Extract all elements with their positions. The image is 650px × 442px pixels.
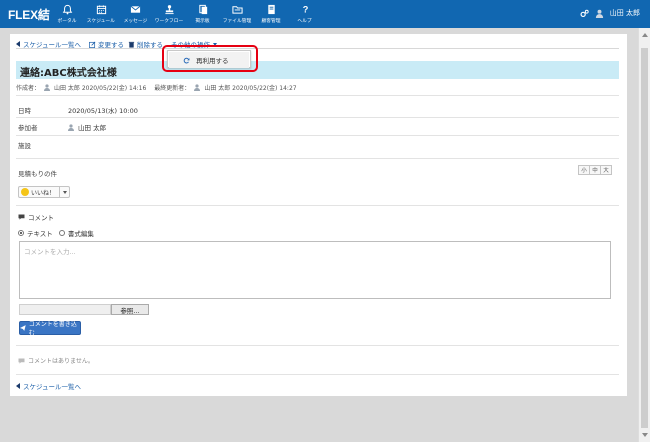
nav-board[interactable]: 掲示板 (186, 0, 220, 28)
nav-customer[interactable]: 顧客管理 (254, 0, 288, 28)
post-comment-label: コメントを書き込む (28, 321, 77, 337)
comment-heading-label: コメント (28, 214, 54, 222)
comment-heading: コメント (18, 212, 54, 222)
chevron-down-icon (62, 190, 67, 194)
comment-mode: テキスト 書式編集 (18, 228, 94, 238)
nav-label: スケジュール (86, 18, 116, 24)
datetime-label: 日時 (18, 107, 31, 115)
scroll-up-icon[interactable] (642, 33, 648, 37)
toolbar-divider (16, 48, 619, 49)
rich-mode-radio[interactable] (58, 230, 65, 236)
nav-label: ポータル (57, 18, 77, 24)
participant-name: 山田 太郎 (78, 124, 107, 132)
nav-label: ファイル管理 (222, 18, 252, 24)
app-logo[interactable]: FLEX結 (8, 6, 50, 23)
updater-value: 山田 太郎 2020/05/22(金) 14:27 (204, 85, 297, 92)
edit-icon (89, 41, 96, 48)
nav-portal[interactable]: ポータル (50, 0, 84, 28)
like-label: いいね！ (31, 189, 56, 197)
footer-back-label: スケジュール一覧へ (23, 383, 82, 391)
person-icon (44, 84, 51, 91)
meta-info: 作成者： 山田 太郎 2020/05/22(金) 14:16 最終更新者： 山田… (16, 83, 297, 92)
body-title: 見積もりの件 (18, 170, 57, 178)
highlight-box (162, 45, 258, 72)
font-size-buttons: 小 中 大 (578, 165, 612, 175)
nav-message[interactable]: メッセージ (118, 0, 152, 28)
author-value: 山田 太郎 2020/05/22(金) 14:16 (54, 85, 147, 92)
author-label: 作成者： (16, 85, 41, 92)
page-title: 連絡:ABC株式会社様 (20, 68, 117, 79)
book-icon (267, 4, 275, 15)
top-navigation-bar: FLEX結 ポータル スケジュール メッセージ ワークフロー 掲示板 ファイル管… (0, 0, 650, 28)
rich-mode-label[interactable]: 書式編集 (68, 228, 94, 238)
divider (16, 374, 619, 375)
updater-label: 最終更新者： (154, 85, 191, 92)
speech-bubble-icon (18, 358, 25, 364)
scrollbar-thumb[interactable] (641, 48, 648, 428)
stamp-icon (164, 5, 174, 15)
user-area: 山田 太郎 (580, 8, 640, 18)
divider (16, 345, 619, 346)
datetime-value: 2020/05/13(水) 10:00 (68, 107, 138, 115)
calendar-icon (96, 5, 106, 15)
participant-entry[interactable]: 山田 太郎 (68, 122, 106, 132)
scroll-down-icon[interactable] (642, 433, 648, 437)
nav-workflow[interactable]: ワークフロー (152, 0, 186, 28)
title-bar: 連絡:ABC株式会社様 (16, 61, 619, 79)
no-comment-text: コメントはありません。 (28, 358, 94, 365)
font-size-large-button[interactable]: 大 (600, 165, 612, 175)
file-path-field[interactable] (19, 304, 111, 315)
text-mode-label[interactable]: テキスト (27, 228, 53, 238)
vertical-scrollbar[interactable] (638, 28, 650, 442)
divider (16, 95, 619, 96)
nav-label: ワークフロー (154, 18, 184, 24)
nav-label: 掲示板 (195, 18, 211, 24)
mail-icon (130, 5, 140, 13)
no-comment-message: コメントはありません。 (18, 356, 94, 365)
main-nav: ポータル スケジュール メッセージ ワークフロー 掲示板 ファイル管理 顧客管理… (50, 0, 322, 28)
folder-icon (231, 6, 243, 14)
send-icon (20, 325, 26, 331)
facility-label: 施設 (18, 142, 31, 150)
footer-back-link[interactable]: スケジュール一覧へ (16, 381, 81, 391)
schedule-detail-page: スケジュール一覧へ 変更する 削除する その他の操作 連絡:ABC株式会社様 作… (10, 34, 627, 396)
divider (16, 205, 619, 206)
post-comment-button[interactable]: コメントを書き込む (19, 321, 81, 337)
nav-help[interactable]: ? ヘルプ (288, 0, 322, 28)
person-icon (194, 84, 201, 91)
nav-file[interactable]: ファイル管理 (220, 0, 254, 28)
divider (16, 158, 619, 159)
text-mode-radio[interactable] (18, 230, 24, 236)
person-icon (68, 123, 74, 131)
nav-label: ヘルプ (297, 18, 313, 24)
smile-icon (21, 188, 29, 196)
divider (16, 135, 619, 136)
participants-label: 参加者 (18, 124, 38, 132)
user-name[interactable]: 山田 太郎 (610, 8, 640, 18)
bell-icon (62, 4, 72, 15)
nav-schedule[interactable]: スケジュール (84, 0, 118, 28)
svg-text:?: ? (302, 5, 308, 15)
user-icon (595, 9, 603, 18)
divider (16, 117, 619, 118)
board-icon (198, 4, 207, 15)
help-icon: ? (302, 5, 308, 15)
like-button[interactable]: いいね！ (18, 186, 70, 198)
trash-icon (128, 41, 135, 48)
gears-icon[interactable] (580, 9, 589, 18)
back-arrow-icon (16, 41, 20, 47)
back-arrow-icon (16, 383, 20, 389)
speech-bubble-icon (18, 214, 25, 220)
like-dropdown-toggle[interactable] (59, 187, 69, 197)
nav-label: 顧客管理 (261, 18, 281, 24)
comment-input[interactable]: コメントを入力... (19, 241, 611, 299)
nav-label: メッセージ (123, 18, 147, 24)
browse-button[interactable]: 参照... (111, 304, 149, 315)
